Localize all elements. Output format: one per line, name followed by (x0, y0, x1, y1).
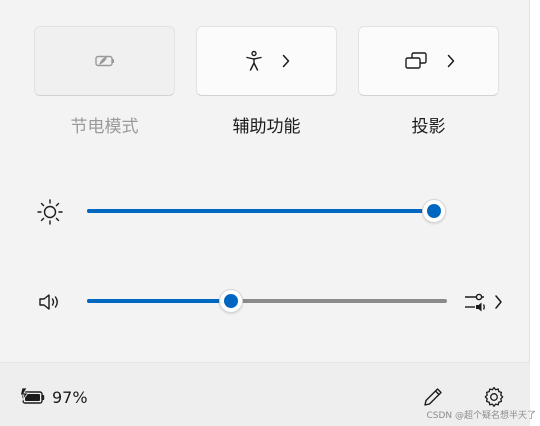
gear-icon[interactable] (481, 384, 507, 410)
speaker-icon[interactable] (36, 288, 64, 316)
accessibility-button[interactable] (196, 26, 337, 96)
brightness-slider[interactable] (87, 199, 446, 223)
battery-saver-button[interactable] (34, 26, 175, 96)
battery-percent: 97% (52, 388, 88, 407)
accessibility-icon (244, 50, 264, 72)
battery-saver-icon (93, 53, 117, 69)
project-button[interactable] (358, 26, 499, 96)
battery-charging-icon[interactable] (18, 386, 48, 408)
volume-thumb[interactable] (219, 289, 243, 313)
project-display-icon (403, 51, 429, 71)
brightness-fill (87, 209, 434, 213)
project-label: 投影 (411, 117, 446, 137)
pencil-icon[interactable] (420, 384, 446, 410)
chevron-right-icon (282, 54, 290, 68)
watermark: CSDN @超个疑名想半天了 (426, 411, 536, 421)
chevron-right-icon (447, 54, 455, 68)
accessibility-label: 辅助功能 (232, 117, 301, 137)
brightness-thumb[interactable] (422, 199, 446, 223)
right-edge (529, 0, 540, 426)
volume-slider[interactable] (87, 289, 447, 313)
battery-saver-label: 节电模式 (70, 117, 139, 137)
audio-output-select-icon[interactable] (462, 287, 506, 317)
sun-icon (34, 196, 66, 228)
volume-fill (87, 299, 231, 303)
